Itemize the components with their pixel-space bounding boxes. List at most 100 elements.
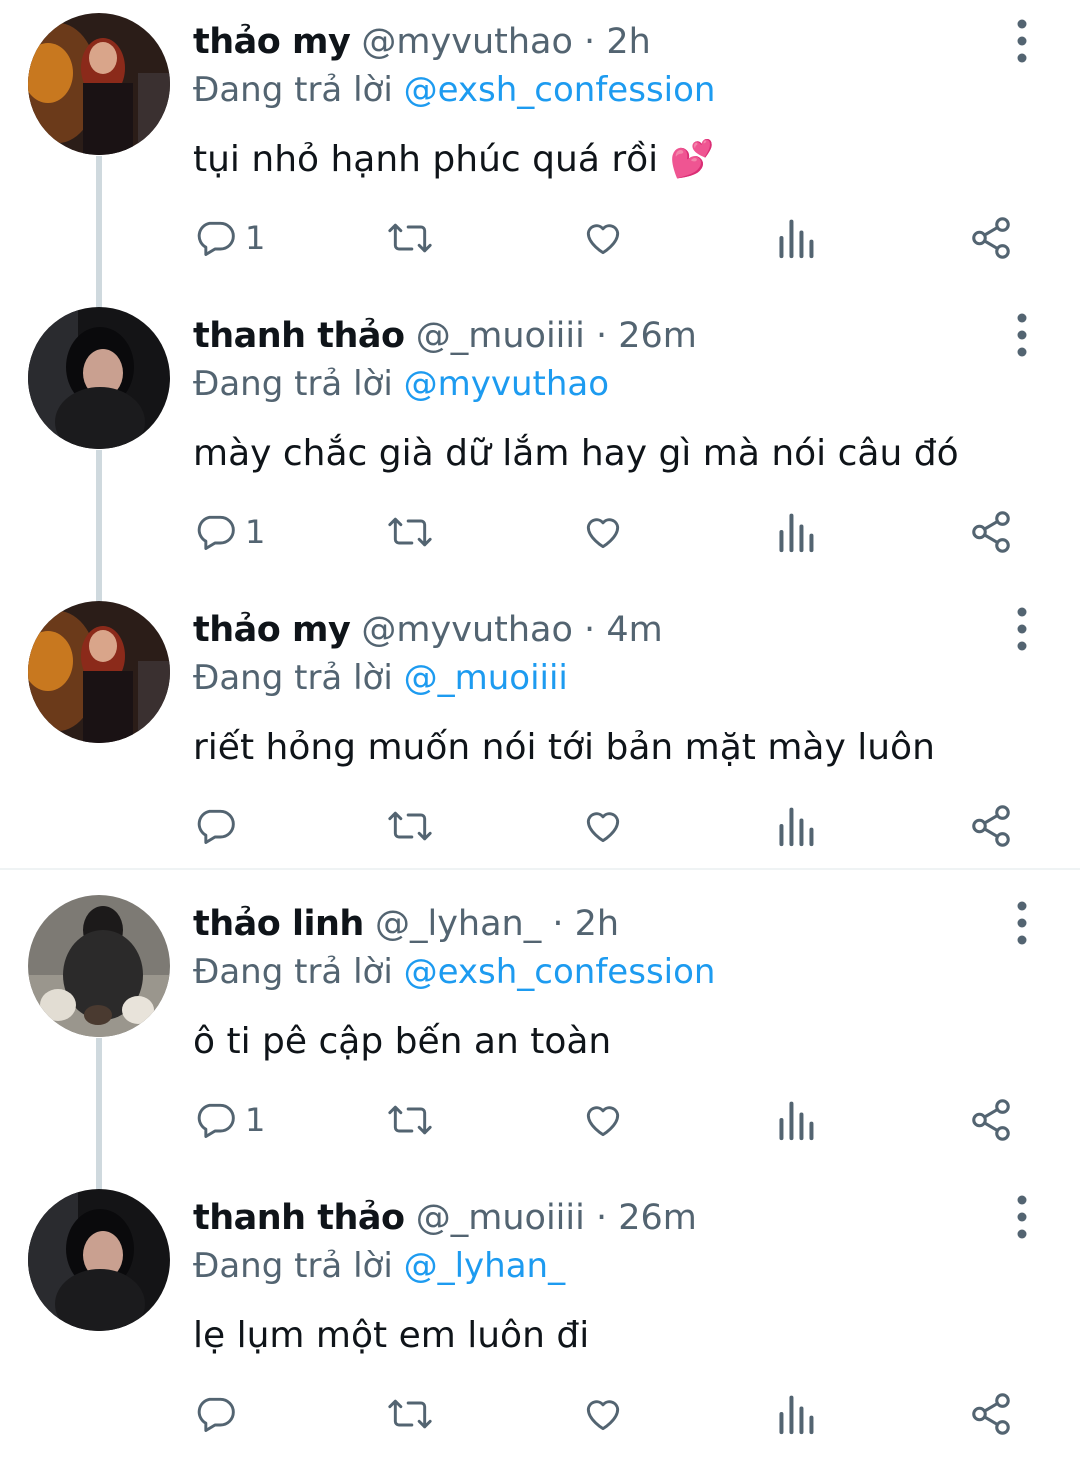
share-icon (972, 1393, 1010, 1435)
tweet[interactable]: thảo linh @_lyhan_ · 2h Đang trả lời @ex… (0, 882, 1080, 1176)
replying-to-label: Đang trả lời (193, 1246, 393, 1286)
reply-button[interactable]: 1 (193, 508, 265, 556)
tweet[interactable]: thảo my @myvuthao · 4m Đang trả lời @_mu… (0, 588, 1080, 882)
reply-button[interactable] (193, 802, 245, 850)
avatar[interactable] (28, 13, 170, 155)
like-button[interactable] (580, 214, 626, 262)
analytics-icon (779, 1395, 814, 1435)
heart-icon (586, 224, 620, 255)
tweet-text: tụi nhỏ hạnh phúc quá rồi 💕 (193, 139, 715, 180)
heart-icon (586, 518, 620, 549)
more-vertical-icon[interactable] (1006, 1194, 1038, 1240)
views-button[interactable] (776, 1390, 816, 1438)
retweet-button[interactable] (385, 802, 435, 850)
reply-button[interactable] (193, 1390, 245, 1438)
retweet-button[interactable] (385, 214, 435, 262)
analytics-icon (779, 1101, 814, 1141)
replying-to: Đang trả lời @exsh_confession (193, 66, 715, 114)
author-handle[interactable]: @_muoiiii (416, 316, 585, 356)
views-button[interactable] (776, 214, 816, 262)
reply-button[interactable]: 1 (193, 1096, 265, 1144)
replying-to: Đang trả lời @_lyhan_ (193, 1242, 565, 1290)
separator-dot: · (552, 904, 564, 944)
reply-count: 1 (245, 513, 266, 551)
analytics-icon (779, 219, 814, 259)
retweet-icon (388, 517, 432, 547)
avatar[interactable] (28, 307, 170, 449)
retweet-icon (388, 1105, 432, 1135)
replying-to-label: Đang trả lời (193, 364, 393, 404)
share-button[interactable] (968, 1096, 1014, 1144)
timestamp[interactable]: 2h (575, 904, 619, 944)
action-bar: 1 (0, 1078, 1080, 1162)
action-bar: 1 (0, 196, 1080, 280)
author-name[interactable]: thảo my (193, 22, 351, 62)
retweet-button[interactable] (385, 1390, 435, 1438)
avatar[interactable] (28, 601, 170, 743)
share-button[interactable] (968, 214, 1014, 262)
author-name[interactable]: thanh thảo (193, 316, 405, 356)
tweet-text: mày chắc già dữ lắm hay gì mà nói câu đó (193, 433, 959, 474)
timestamp[interactable]: 2h (606, 22, 650, 62)
share-button[interactable] (968, 1390, 1014, 1438)
author-handle[interactable]: @_lyhan_ (375, 904, 541, 944)
reply-count: 1 (245, 219, 266, 257)
timestamp[interactable]: 26m (618, 316, 697, 356)
like-button[interactable] (580, 1390, 626, 1438)
more-vertical-icon[interactable] (1006, 900, 1038, 946)
views-button[interactable] (776, 802, 816, 850)
reply-button[interactable]: 1 (193, 214, 265, 262)
separator-dot: · (595, 316, 608, 356)
author-handle[interactable]: @_muoiiii (416, 1198, 585, 1238)
replying-to: Đang trả lời @_muoiiii (193, 654, 568, 702)
author-name[interactable]: thảo linh (193, 904, 364, 944)
heart-icon (586, 812, 620, 843)
replying-to: Đang trả lời @myvuthao (193, 360, 609, 408)
like-button[interactable] (580, 802, 626, 850)
separator-dot: · (584, 22, 596, 62)
reply-icon (197, 515, 235, 550)
action-bar (0, 1372, 1080, 1452)
action-bar (0, 784, 1080, 868)
author-name[interactable]: thanh thảo (193, 1198, 405, 1238)
share-button[interactable] (968, 802, 1014, 850)
mention-link[interactable]: @exsh_confession (404, 952, 716, 992)
share-icon (972, 511, 1010, 553)
like-button[interactable] (580, 508, 626, 556)
timestamp[interactable]: 4m (606, 610, 662, 650)
tweet-text: lẹ lụm một em luôn đi (193, 1315, 590, 1356)
tweet[interactable]: thảo my @myvuthao · 2h Đang trả lời @exs… (0, 0, 1080, 294)
reply-icon (197, 1397, 235, 1432)
mention-link[interactable]: @exsh_confession (404, 70, 716, 110)
analytics-icon (779, 513, 814, 553)
replying-to-label: Đang trả lời (193, 70, 393, 110)
more-vertical-icon[interactable] (1006, 606, 1038, 652)
views-button[interactable] (776, 1096, 816, 1144)
tweet-text: ô ti pê cập bến an toàn (193, 1021, 612, 1062)
timestamp[interactable]: 26m (618, 1198, 697, 1238)
heart-icon (586, 1106, 620, 1137)
author-handle[interactable]: @myvuthao (361, 610, 572, 650)
reply-icon (197, 809, 235, 844)
share-button[interactable] (968, 508, 1014, 556)
tweet[interactable]: thanh thảo @_muoiiii · 26m Đang trả lời … (0, 1176, 1080, 1470)
heart-icon (586, 1400, 620, 1431)
more-vertical-icon[interactable] (1006, 18, 1038, 64)
retweet-icon (388, 223, 432, 253)
avatar[interactable] (28, 895, 170, 1037)
mention-link[interactable]: @myvuthao (404, 364, 609, 404)
views-button[interactable] (776, 508, 816, 556)
tweet[interactable]: thanh thảo @_muoiiii · 26m Đang trả lời … (0, 294, 1080, 588)
tweet-text: riết hỏng muốn nói tới bản mặt mày luôn (193, 727, 935, 768)
retweet-icon (388, 811, 432, 841)
like-button[interactable] (580, 1096, 626, 1144)
mention-link[interactable]: @_muoiiii (404, 658, 568, 698)
reply-icon (197, 221, 235, 256)
retweet-button[interactable] (385, 1096, 435, 1144)
mention-link[interactable]: @_lyhan_ (404, 1246, 566, 1286)
retweet-button[interactable] (385, 508, 435, 556)
author-handle[interactable]: @myvuthao (361, 22, 572, 62)
avatar[interactable] (28, 1189, 170, 1331)
author-name[interactable]: thảo my (193, 610, 351, 650)
more-vertical-icon[interactable] (1006, 312, 1038, 358)
